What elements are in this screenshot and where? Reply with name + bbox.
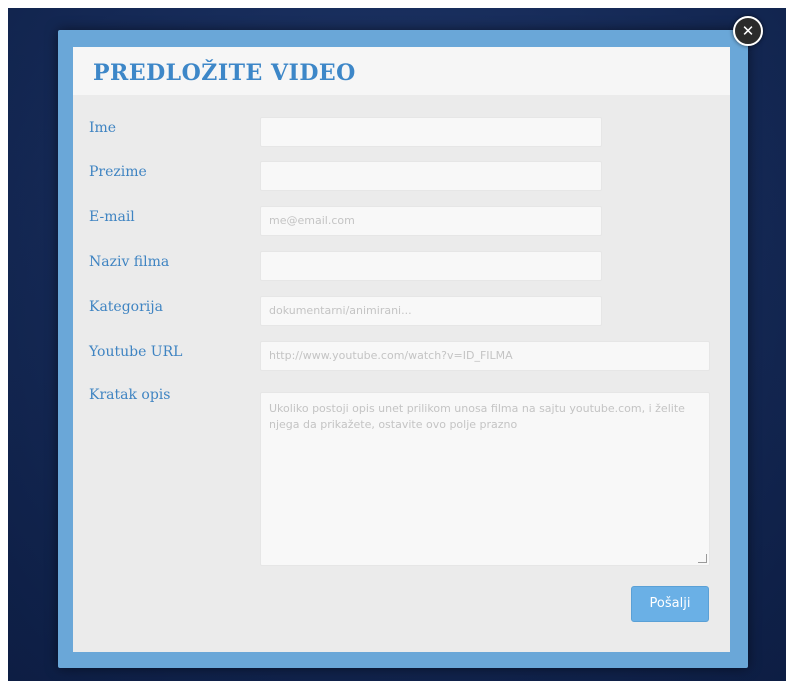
short-description-label: Kratak opis bbox=[89, 387, 171, 403]
email-label: E-mail bbox=[89, 209, 135, 225]
film-title-label: Naziv filma bbox=[89, 254, 170, 270]
first-name-input[interactable] bbox=[260, 117, 602, 147]
dialog-header: PREDLOŽITE VIDEO bbox=[73, 47, 730, 95]
short-description-placeholder: Ukoliko postoji opis unet prilikom unosa… bbox=[269, 402, 685, 431]
first-name-label: Ime bbox=[89, 120, 117, 136]
short-description-textarea[interactable]: Ukoliko postoji opis unet prilikom unosa… bbox=[260, 392, 710, 566]
film-title-input[interactable] bbox=[260, 251, 602, 281]
youtube-url-label: Youtube URL bbox=[89, 344, 183, 360]
youtube-url-input[interactable]: http://www.youtube.com/watch?v=ID_FILMA bbox=[260, 341, 710, 371]
resize-handle-icon[interactable] bbox=[698, 554, 707, 563]
last-name-label: Prezime bbox=[89, 164, 147, 180]
category-input[interactable]: dokumentarni/animirani... bbox=[260, 296, 602, 326]
submit-button[interactable]: Pošalji bbox=[631, 586, 709, 622]
close-icon[interactable]: ✕ bbox=[733, 16, 763, 46]
email-input[interactable]: me@email.com bbox=[260, 206, 602, 236]
category-label: Kategorija bbox=[89, 299, 163, 315]
dialog-title: PREDLOŽITE VIDEO bbox=[93, 60, 356, 86]
suggest-video-dialog: PREDLOŽITE VIDEO Ime Prezime E-mail me@e… bbox=[73, 47, 730, 652]
last-name-input[interactable] bbox=[260, 161, 602, 191]
